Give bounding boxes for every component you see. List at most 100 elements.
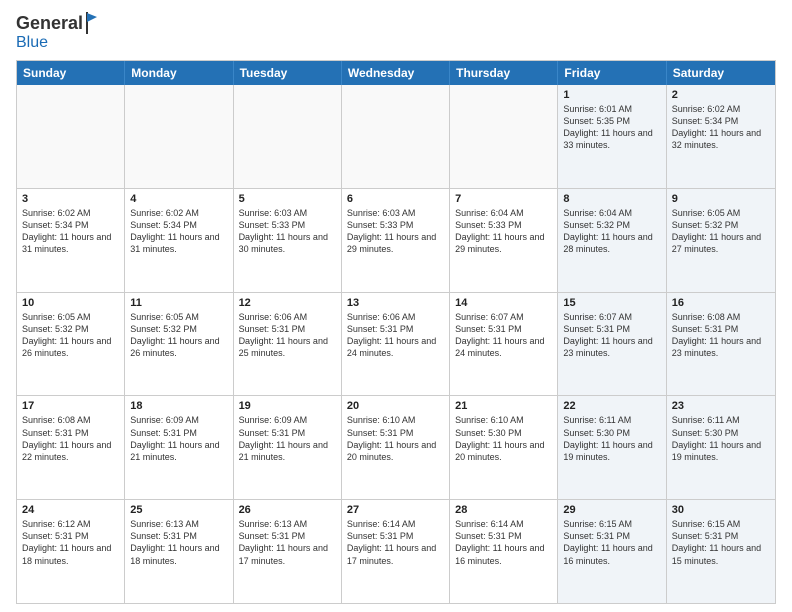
day-info: Sunrise: 6:13 AM Sunset: 5:31 PM Dayligh… <box>130 518 227 567</box>
calendar-row-4: 17Sunrise: 6:08 AM Sunset: 5:31 PM Dayli… <box>17 395 775 499</box>
day-info: Sunrise: 6:11 AM Sunset: 5:30 PM Dayligh… <box>563 414 660 463</box>
day-info: Sunrise: 6:08 AM Sunset: 5:31 PM Dayligh… <box>672 311 770 360</box>
day-cell-12: 12 Sunrise: 6:06 AM Sunset: 5:31 PM Dayli… <box>234 293 342 396</box>
day-cell-17: 17Sunrise: 6:08 AM Sunset: 5:31 PM Dayli… <box>17 396 125 499</box>
day-number: 12 <box>239 297 336 309</box>
day-number: 23 <box>672 400 770 412</box>
day-cell-8: 8 Sunrise: 6:04 AM Sunset: 5:32 PM Daylig… <box>558 189 666 292</box>
day-number: 5 <box>239 193 336 205</box>
day-info: Sunrise: 6:15 AM Sunset: 5:31 PM Dayligh… <box>563 518 660 567</box>
day-number: 6 <box>347 193 444 205</box>
day-info: Sunrise: 6:10 AM Sunset: 5:31 PM Dayligh… <box>347 414 444 463</box>
logo-flag-icon <box>85 12 99 34</box>
calendar-row-5: 24 Sunrise: 6:12 AM Sunset: 5:31 PM Dayli… <box>17 499 775 603</box>
day-number: 21 <box>455 400 552 412</box>
day-number: 10 <box>22 297 119 309</box>
calendar-row-1: 1 Sunrise: 6:01 AM Sunset: 5:35 PM Daylig… <box>17 85 775 188</box>
day-info: Sunrise: 6:03 AM Sunset: 5:33 PM Dayligh… <box>239 207 336 256</box>
day-info: Sunrise: 6:02 AM Sunset: 5:34 PM Dayligh… <box>22 207 119 256</box>
day-cell-26: 26 Sunrise: 6:13 AM Sunset: 5:31 PM Dayli… <box>234 500 342 603</box>
day-cell-30: 30 Sunrise: 6:15 AM Sunset: 5:31 PM Dayli… <box>667 500 775 603</box>
day-number: 29 <box>563 504 660 516</box>
empty-cell-0-0 <box>17 85 125 188</box>
day-number: 16 <box>672 297 770 309</box>
day-cell-6: 6 Sunrise: 6:03 AM Sunset: 5:33 PM Daylig… <box>342 189 450 292</box>
day-info: Sunrise: 6:07 AM Sunset: 5:31 PM Dayligh… <box>563 311 660 360</box>
header-day-thursday: Thursday <box>450 61 558 85</box>
calendar-body: 1 Sunrise: 6:01 AM Sunset: 5:35 PM Daylig… <box>17 85 775 603</box>
day-info: Sunrise: 6:05 AM Sunset: 5:32 PM Dayligh… <box>130 311 227 360</box>
day-info: Sunrise: 6:03 AM Sunset: 5:33 PM Dayligh… <box>347 207 444 256</box>
page-header: General Blue <box>16 12 776 52</box>
calendar-page: General Blue SundayMondayTuesdayWednesda… <box>0 0 792 612</box>
day-cell-14: 14 Sunrise: 6:07 AM Sunset: 5:31 PM Dayli… <box>450 293 558 396</box>
day-info: Sunrise: 6:09 AM Sunset: 5:31 PM Dayligh… <box>239 414 336 463</box>
calendar-header: SundayMondayTuesdayWednesdayThursdayFrid… <box>17 61 775 85</box>
calendar-row-2: 3Sunrise: 6:02 AM Sunset: 5:34 PM Daylig… <box>17 188 775 292</box>
header-day-friday: Friday <box>558 61 666 85</box>
day-cell-3: 3Sunrise: 6:02 AM Sunset: 5:34 PM Daylig… <box>17 189 125 292</box>
calendar-row-3: 10 Sunrise: 6:05 AM Sunset: 5:32 PM Dayli… <box>17 292 775 396</box>
day-cell-19: 19 Sunrise: 6:09 AM Sunset: 5:31 PM Dayli… <box>234 396 342 499</box>
empty-cell-0-4 <box>450 85 558 188</box>
logo-blue: Blue <box>16 34 48 52</box>
day-number: 4 <box>130 193 227 205</box>
day-number: 20 <box>347 400 444 412</box>
day-number: 15 <box>563 297 660 309</box>
day-number: 26 <box>239 504 336 516</box>
day-number: 28 <box>455 504 552 516</box>
day-info: Sunrise: 6:01 AM Sunset: 5:35 PM Dayligh… <box>563 103 660 152</box>
day-info: Sunrise: 6:05 AM Sunset: 5:32 PM Dayligh… <box>672 207 770 256</box>
day-info: Sunrise: 6:14 AM Sunset: 5:31 PM Dayligh… <box>455 518 552 567</box>
day-cell-16: 16 Sunrise: 6:08 AM Sunset: 5:31 PM Dayli… <box>667 293 775 396</box>
day-number: 22 <box>563 400 660 412</box>
day-number: 19 <box>239 400 336 412</box>
empty-cell-0-1 <box>125 85 233 188</box>
day-number: 9 <box>672 193 770 205</box>
day-number: 1 <box>563 89 660 101</box>
day-number: 11 <box>130 297 227 309</box>
calendar: SundayMondayTuesdayWednesdayThursdayFrid… <box>16 60 776 604</box>
day-cell-9: 9 Sunrise: 6:05 AM Sunset: 5:32 PM Daylig… <box>667 189 775 292</box>
day-number: 24 <box>22 504 119 516</box>
day-cell-2: 2Sunrise: 6:02 AM Sunset: 5:34 PM Daylig… <box>667 85 775 188</box>
day-info: Sunrise: 6:08 AM Sunset: 5:31 PM Dayligh… <box>22 414 119 463</box>
day-number: 13 <box>347 297 444 309</box>
day-cell-24: 24 Sunrise: 6:12 AM Sunset: 5:31 PM Dayli… <box>17 500 125 603</box>
day-cell-5: 5 Sunrise: 6:03 AM Sunset: 5:33 PM Daylig… <box>234 189 342 292</box>
day-info: Sunrise: 6:04 AM Sunset: 5:33 PM Dayligh… <box>455 207 552 256</box>
header-day-sunday: Sunday <box>17 61 125 85</box>
day-cell-13: 13Sunrise: 6:06 AM Sunset: 5:31 PM Dayli… <box>342 293 450 396</box>
day-info: Sunrise: 6:04 AM Sunset: 5:32 PM Dayligh… <box>563 207 660 256</box>
day-cell-22: 22 Sunrise: 6:11 AM Sunset: 5:30 PM Dayli… <box>558 396 666 499</box>
day-cell-28: 28 Sunrise: 6:14 AM Sunset: 5:31 PM Dayli… <box>450 500 558 603</box>
day-cell-4: 4Sunrise: 6:02 AM Sunset: 5:34 PM Daylig… <box>125 189 233 292</box>
day-cell-11: 11 Sunrise: 6:05 AM Sunset: 5:32 PM Dayli… <box>125 293 233 396</box>
header-day-monday: Monday <box>125 61 233 85</box>
header-day-saturday: Saturday <box>667 61 775 85</box>
header-day-tuesday: Tuesday <box>234 61 342 85</box>
day-number: 30 <box>672 504 770 516</box>
day-info: Sunrise: 6:11 AM Sunset: 5:30 PM Dayligh… <box>672 414 770 463</box>
day-info: Sunrise: 6:12 AM Sunset: 5:31 PM Dayligh… <box>22 518 119 567</box>
day-cell-25: 25 Sunrise: 6:13 AM Sunset: 5:31 PM Dayli… <box>125 500 233 603</box>
day-cell-7: 7Sunrise: 6:04 AM Sunset: 5:33 PM Daylig… <box>450 189 558 292</box>
day-cell-18: 18Sunrise: 6:09 AM Sunset: 5:31 PM Dayli… <box>125 396 233 499</box>
logo: General Blue <box>16 12 99 52</box>
day-cell-15: 15 Sunrise: 6:07 AM Sunset: 5:31 PM Dayli… <box>558 293 666 396</box>
day-cell-27: 27 Sunrise: 6:14 AM Sunset: 5:31 PM Dayli… <box>342 500 450 603</box>
day-number: 25 <box>130 504 227 516</box>
day-cell-10: 10 Sunrise: 6:05 AM Sunset: 5:32 PM Dayli… <box>17 293 125 396</box>
day-info: Sunrise: 6:13 AM Sunset: 5:31 PM Dayligh… <box>239 518 336 567</box>
day-info: Sunrise: 6:06 AM Sunset: 5:31 PM Dayligh… <box>239 311 336 360</box>
empty-cell-0-2 <box>234 85 342 188</box>
day-info: Sunrise: 6:15 AM Sunset: 5:31 PM Dayligh… <box>672 518 770 567</box>
day-cell-23: 23 Sunrise: 6:11 AM Sunset: 5:30 PM Dayli… <box>667 396 775 499</box>
day-number: 18 <box>130 400 227 412</box>
day-info: Sunrise: 6:05 AM Sunset: 5:32 PM Dayligh… <box>22 311 119 360</box>
day-number: 27 <box>347 504 444 516</box>
day-info: Sunrise: 6:14 AM Sunset: 5:31 PM Dayligh… <box>347 518 444 567</box>
day-number: 14 <box>455 297 552 309</box>
day-info: Sunrise: 6:07 AM Sunset: 5:31 PM Dayligh… <box>455 311 552 360</box>
day-number: 8 <box>563 193 660 205</box>
